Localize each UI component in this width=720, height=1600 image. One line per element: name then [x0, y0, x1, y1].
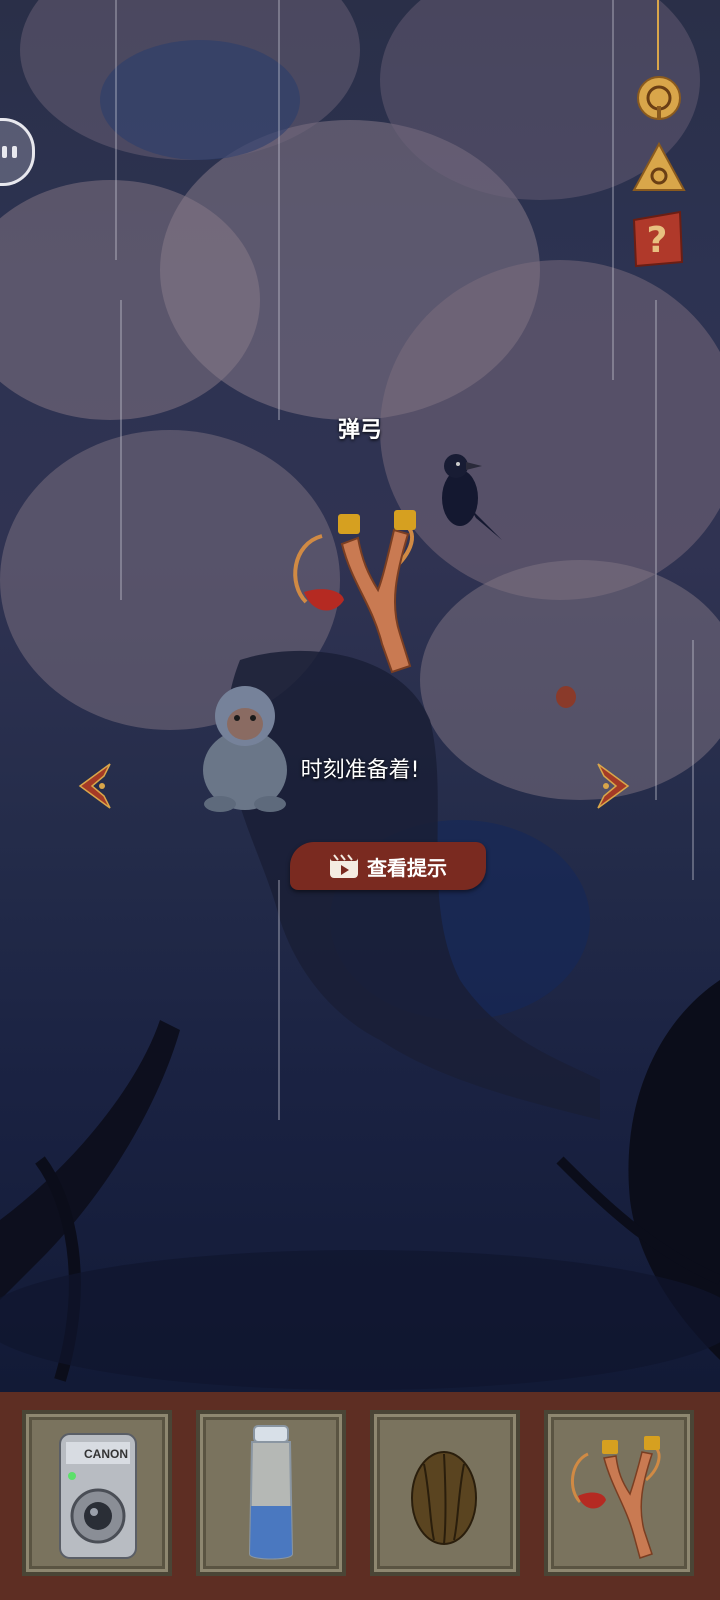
slingshot-item: [570, 1436, 661, 1559]
nav-left-button[interactable]: [74, 760, 122, 812]
item-description: 时刻准备着!: [300, 758, 420, 783]
nav-right-button[interactable]: [586, 760, 634, 812]
water-bottle-item: [248, 1425, 294, 1560]
view-hint-label: 查看提示: [367, 855, 447, 880]
question-icon: ?: [632, 210, 684, 268]
rain-streak: [278, 0, 280, 420]
triangle-cluster-icon: [632, 141, 686, 191]
camera-item: CANON: [59, 1433, 137, 1559]
inventory-slot-slingshot[interactable]: [544, 1410, 694, 1576]
inventory-bar: CANON: [0, 1392, 720, 1600]
rain-streak: [120, 300, 122, 600]
map-button[interactable]: [628, 140, 690, 196]
camera-brand-text: CANON: [84, 1447, 128, 1461]
rain-streak: [655, 300, 657, 800]
video-clapper-icon: [330, 854, 358, 878]
chevron-right-icon: [597, 763, 630, 809]
inventory-slot-seed[interactable]: [370, 1410, 520, 1576]
pause-button[interactable]: [0, 118, 35, 186]
item-title: 弹弓: [337, 418, 382, 443]
help-button[interactable]: ?: [626, 206, 688, 270]
view-hint-button[interactable]: 查看提示: [290, 842, 486, 890]
rain-streak: [692, 640, 694, 880]
inventory-slot-camera[interactable]: CANON: [22, 1410, 172, 1576]
hanging-cord: [657, 0, 659, 70]
rain-streak: [115, 0, 117, 260]
settings-button[interactable]: [636, 72, 682, 124]
rain-streak: [278, 880, 280, 1120]
red-fruit[interactable]: [556, 686, 576, 708]
pause-icon: [2, 146, 17, 158]
rain-streak: [612, 0, 614, 380]
svg-text:?: ?: [647, 220, 668, 261]
seed-nut-item: [411, 1451, 477, 1545]
monkey[interactable]: [190, 680, 300, 814]
blossom-cluster: [380, 260, 720, 600]
inventory-slot-bottle[interactable]: [196, 1410, 346, 1576]
game-scene[interactable]: [0, 0, 720, 1392]
slingshot-item: [293, 510, 416, 674]
blue-shade: [100, 40, 300, 160]
ring-icon: [637, 76, 681, 120]
chevron-left-icon: [78, 763, 111, 809]
crow[interactable]: [430, 448, 506, 544]
tree-trunk: [0, 650, 720, 1390]
